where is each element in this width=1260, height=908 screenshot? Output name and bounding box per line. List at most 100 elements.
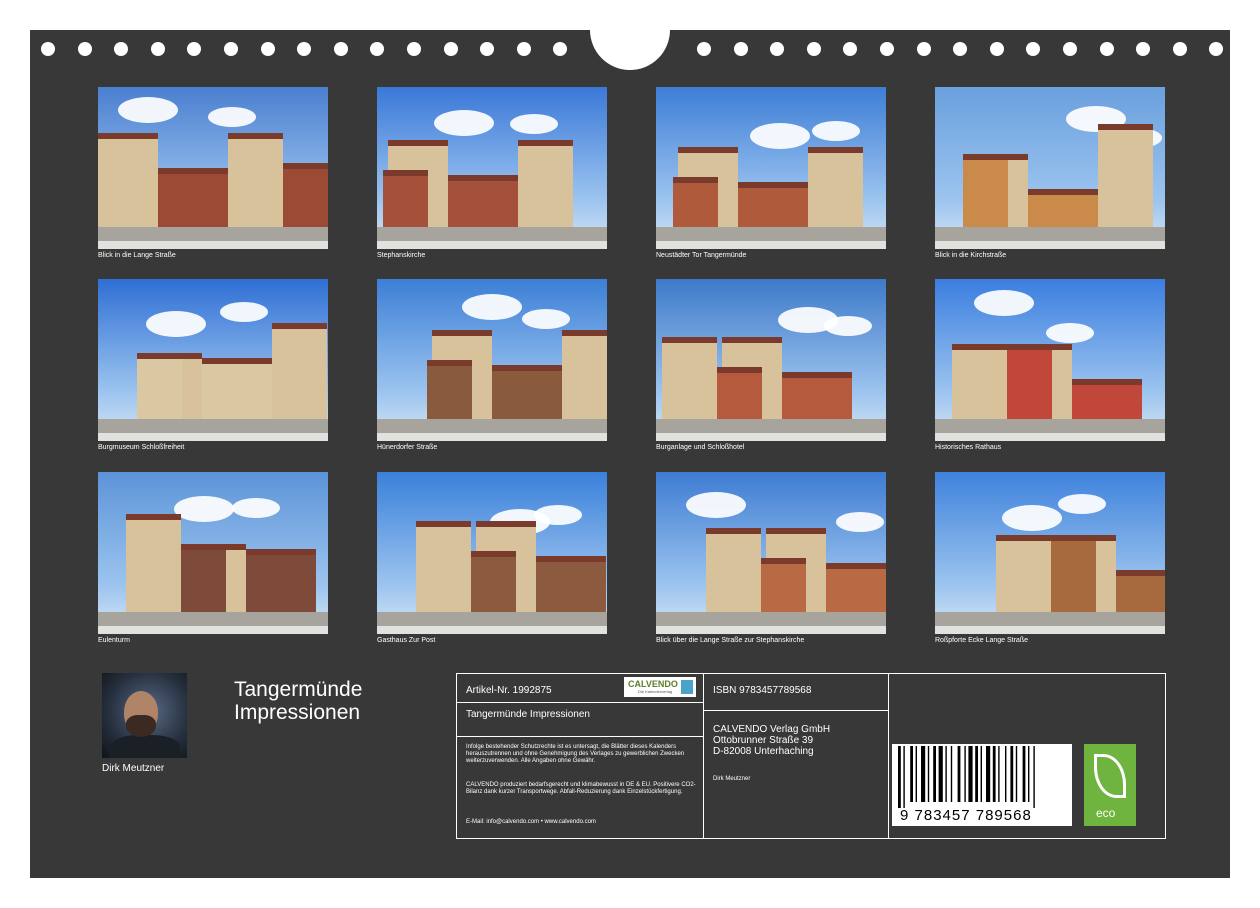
publisher-name: CALVENDO Verlag GmbH <box>713 724 831 735</box>
legal-notice: Infolge bestehender Schutzrechte ist es … <box>466 744 685 764</box>
binding-hole <box>1172 42 1187 56</box>
photo-caption: Roßpforte Ecke Lange Straße <box>935 637 1028 644</box>
barcode-bar <box>968 746 973 802</box>
calendar-back-page: Blick in die Lange Straße Stephanskirche N… <box>30 0 1230 878</box>
contact-line: E-Mail: info@calvendo.com • www.calvendo… <box>466 819 596 825</box>
calendar-photo <box>656 472 886 634</box>
barcode: 9 783457 789568 <box>892 744 1072 826</box>
photo-caption: Hünerdorfer Straße <box>377 444 438 451</box>
barcode-bar <box>957 746 961 802</box>
calendar-photo <box>377 472 607 634</box>
binding-hole <box>41 42 55 56</box>
article-number: Artikel-Nr. 1992875 <box>466 685 552 696</box>
barcode-bar <box>921 746 926 802</box>
binding-hole <box>224 42 238 56</box>
publisher-city: D-82008 Unterhaching <box>713 746 814 757</box>
eco-badge: eco <box>1084 744 1136 826</box>
photo-caption: Gasthaus Zur Post <box>377 637 436 644</box>
barcode-bar <box>975 746 978 802</box>
barcode-bar <box>903 746 905 808</box>
barcode-bar <box>1022 746 1026 802</box>
logo-sub: Die Kalenderverlag <box>638 689 673 694</box>
divider <box>456 736 704 737</box>
calendar-photo <box>377 87 607 249</box>
calendar-photo <box>656 279 886 441</box>
barcode-bar <box>1028 746 1030 802</box>
barcode-bar <box>1015 746 1018 802</box>
calendar-photo <box>377 279 607 441</box>
divider <box>456 702 704 703</box>
binding-hole <box>1099 42 1114 56</box>
divider <box>703 710 889 711</box>
photo-caption: Neustädter Tor Tangermünde <box>656 252 747 259</box>
binding-hole <box>880 42 894 56</box>
photo-caption: Historisches Rathaus <box>935 444 1002 451</box>
binding-hole <box>953 42 968 56</box>
binding-hole <box>77 42 92 56</box>
calendar-photo <box>98 472 328 634</box>
barcode-bar <box>992 746 996 802</box>
eco-note: CALVENDO produziert bedarfsgerecht und k… <box>466 782 696 795</box>
photo-caption: Blick in die Lange Straße <box>98 252 176 259</box>
binding-hole <box>770 42 785 56</box>
barcode-number: 9 783457 789568 <box>900 807 1032 824</box>
barcode-bar <box>1033 746 1035 808</box>
photo-caption: Burgmuseum Schloßfreiheit <box>98 444 185 451</box>
leaf-icon <box>1094 754 1126 798</box>
photo-caption: Eulenturm <box>98 637 130 644</box>
title-line-2: Impressionen <box>234 701 361 724</box>
barcode-bar <box>964 746 966 802</box>
binding-hole <box>806 42 821 56</box>
binding-hole <box>187 42 202 56</box>
photo-caption: Stephanskirche <box>377 252 426 259</box>
binding-hole <box>260 42 275 56</box>
binding-hole <box>443 42 458 56</box>
barcode-bar <box>915 746 917 802</box>
barcode-bar <box>898 746 901 808</box>
binding-hole <box>407 42 421 56</box>
barcode-bar <box>910 746 913 802</box>
author-photo <box>102 673 187 758</box>
title-line-1: Tangermünde <box>234 678 363 701</box>
product-title: Tangermünde Impressionen <box>466 709 590 720</box>
binding-hole <box>733 42 748 56</box>
barcode-bar <box>927 746 930 802</box>
binding-hole <box>297 42 312 56</box>
binding-hole <box>333 42 348 56</box>
isbn: ISBN 9783457789568 <box>713 685 812 696</box>
calendar-photo <box>935 87 1165 249</box>
binding-hole <box>916 42 931 56</box>
binding-hole <box>370 42 385 56</box>
binding-hole <box>1209 42 1224 56</box>
barcode-bar <box>933 746 936 802</box>
binding-hole <box>114 42 129 56</box>
barcode-bar <box>1005 746 1007 802</box>
binding-hole <box>150 42 165 56</box>
author-small: Dirk Meutzner <box>713 776 751 782</box>
binding-hole <box>516 42 531 56</box>
calvendo-logo: CALVENDO Die Kalenderverlag <box>624 677 696 697</box>
calendar-photo <box>935 472 1165 634</box>
calendar-photo <box>98 279 328 441</box>
binding-hole <box>697 42 711 56</box>
calendar-photo <box>98 87 328 249</box>
barcode-bar <box>938 746 943 802</box>
barcode-bar <box>986 746 991 802</box>
barcode-bar <box>980 746 982 802</box>
photo-caption: Blick über die Lange Straße zur Stephans… <box>656 637 805 644</box>
binding-hole <box>553 42 568 56</box>
author-name: Dirk Meutzner <box>102 763 165 774</box>
photo-caption: Blick in die Kirchstraße <box>935 252 1007 259</box>
barcode-bar <box>1010 746 1014 802</box>
barcode-bar <box>950 746 953 802</box>
binding-hole <box>1026 42 1041 56</box>
photo-caption: Burganlage und Schloßhotel <box>656 444 745 451</box>
barcode-bar <box>945 746 947 802</box>
publisher-street: Ottobrunner Straße 39 <box>713 735 814 746</box>
binding-hole <box>1063 42 1077 56</box>
barcode-bar <box>998 746 1000 802</box>
logo-mark-icon <box>681 680 693 694</box>
binding-hole <box>1136 42 1151 56</box>
eco-label: eco <box>1096 806 1116 820</box>
binding-hole <box>843 42 858 56</box>
